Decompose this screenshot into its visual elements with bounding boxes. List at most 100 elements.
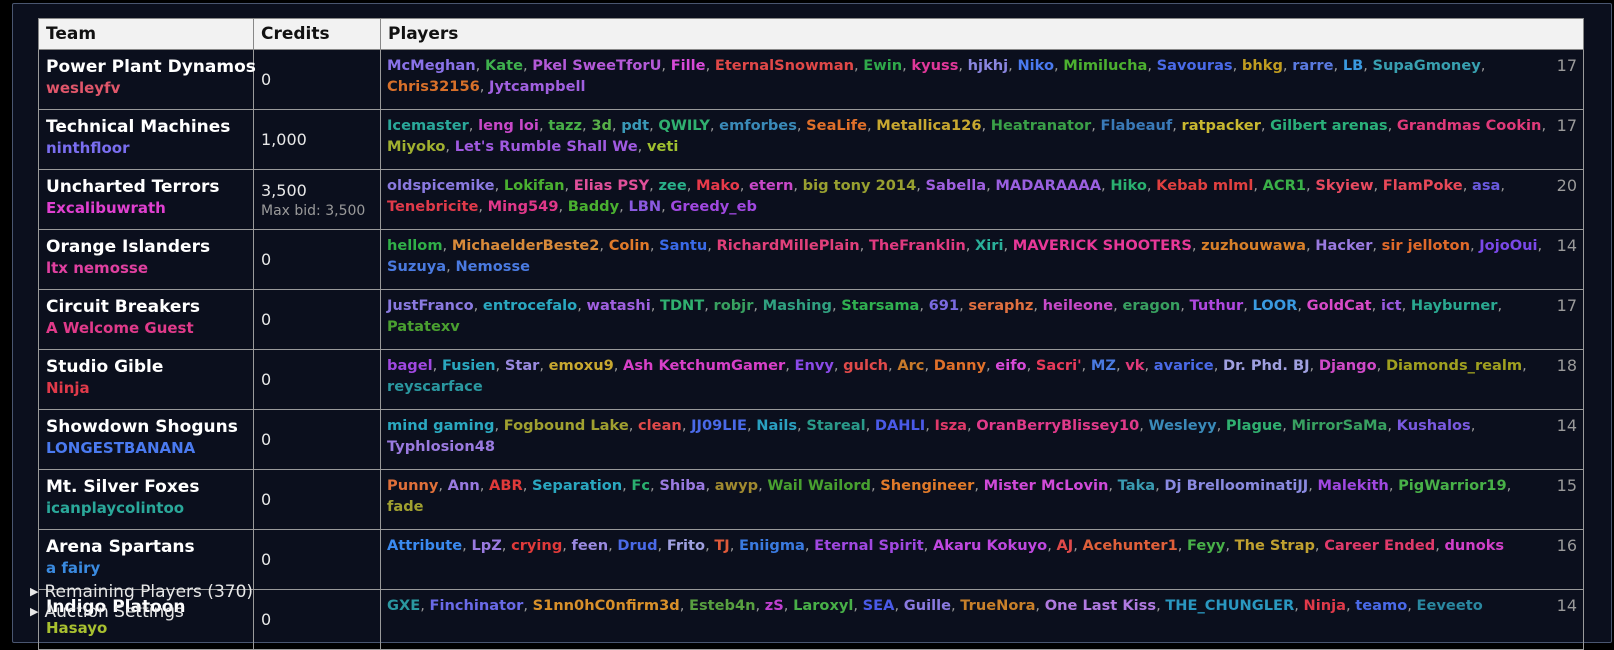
player-name[interactable]: Mimilucha [1063, 57, 1147, 74]
player-name[interactable]: Ninja [1304, 597, 1346, 614]
player-name[interactable]: Fogbound Lake [504, 417, 629, 434]
player-name[interactable]: MirrorSaMa [1291, 417, 1387, 434]
player-name[interactable]: 3d [591, 117, 612, 134]
player-name[interactable]: THE_CHUNGLER [1165, 597, 1294, 614]
player-name[interactable]: emoxu9 [549, 357, 614, 374]
player-name[interactable]: Shengineer [880, 477, 974, 494]
player-name[interactable]: Kate [485, 57, 523, 74]
player-name[interactable]: Wesleyy [1149, 417, 1217, 434]
player-name[interactable]: hjkhj [968, 57, 1009, 74]
player-name[interactable]: etern [749, 177, 793, 194]
player-name[interactable]: eragon [1122, 297, 1180, 314]
player-name[interactable]: Elias PSY [574, 177, 649, 194]
player-name[interactable]: Taka [1118, 477, 1155, 494]
player-name[interactable]: bhkg [1242, 57, 1283, 74]
player-name[interactable]: robjr [714, 297, 754, 314]
player-name[interactable]: Eternal Spirit [814, 537, 924, 554]
player-name[interactable]: Hayburner [1411, 297, 1498, 314]
player-name[interactable]: mind gaming [387, 417, 494, 434]
player-name[interactable]: Starsama [841, 297, 919, 314]
player-name[interactable]: PigWarrior19 [1398, 477, 1507, 494]
player-name[interactable]: RichardMillePlain [717, 237, 860, 254]
player-name[interactable]: Sabella [926, 177, 987, 194]
player-name[interactable]: Nemosse [455, 258, 530, 275]
player-name[interactable]: Gilbert arenas [1270, 117, 1387, 134]
player-name[interactable]: Finchinator [429, 597, 523, 614]
player-name[interactable]: Plague [1226, 417, 1282, 434]
player-name[interactable]: Jytcampbell [489, 78, 585, 95]
player-name[interactable]: Skyiew [1315, 177, 1373, 194]
player-name[interactable]: The Strap [1235, 537, 1315, 554]
player-name[interactable]: Star [505, 357, 540, 374]
player-name[interactable]: DAHLI [875, 417, 925, 434]
player-name[interactable]: Let's Rumble Shall We [455, 138, 638, 155]
player-name[interactable]: Patatexv [387, 318, 460, 335]
player-name[interactable]: MichaelderBeste2 [452, 237, 600, 254]
player-name[interactable]: Envy [794, 357, 833, 374]
player-name[interactable]: eifo [995, 357, 1026, 374]
player-name[interactable]: Separation [532, 477, 622, 494]
player-name[interactable]: ratpacker [1182, 117, 1261, 134]
player-name[interactable]: TheFranklin [869, 237, 966, 254]
player-name[interactable]: JojoOui [1479, 237, 1537, 254]
player-name[interactable]: Nails [756, 417, 797, 434]
player-name[interactable]: One Last Kiss [1045, 597, 1156, 614]
player-name[interactable]: Malekith [1317, 477, 1388, 494]
player-name[interactable]: avarice [1154, 357, 1214, 374]
player-name[interactable]: Niko [1017, 57, 1054, 74]
player-name[interactable]: oldspicemike [387, 177, 495, 194]
player-name[interactable]: vk [1125, 357, 1144, 374]
player-name[interactable]: watashi [586, 297, 650, 314]
player-name[interactable]: Shiba [659, 477, 705, 494]
player-name[interactable]: Ewin [863, 57, 902, 74]
player-name[interactable]: Eniigma [739, 537, 805, 554]
player-name[interactable]: SEA [863, 597, 895, 614]
player-name[interactable]: heileone [1043, 297, 1114, 314]
player-name[interactable]: Eeveeto [1417, 597, 1483, 614]
player-name[interactable]: Acehunter1 [1082, 537, 1177, 554]
player-name[interactable]: Akaru Kokuyo [933, 537, 1047, 554]
auction-settings-toggle[interactable]: ▶ Auction Settings [30, 602, 184, 622]
player-name[interactable]: dunoks [1444, 537, 1504, 554]
player-name[interactable]: Django [1319, 357, 1377, 374]
player-name[interactable]: AJ [1056, 537, 1073, 554]
player-name[interactable]: ict [1381, 297, 1402, 314]
player-name[interactable]: Dr. Phd. BJ [1223, 357, 1310, 374]
player-name[interactable]: Ming549 [488, 198, 559, 215]
player-name[interactable]: GoldCat [1307, 297, 1372, 314]
player-name[interactable]: Esteb4n [689, 597, 756, 614]
player-name[interactable]: gulch [843, 357, 888, 374]
player-name[interactable]: Punny [387, 477, 438, 494]
player-name[interactable]: McMeghan [387, 57, 476, 74]
player-name[interactable]: seraphz [968, 297, 1033, 314]
player-name[interactable]: LOOR [1253, 297, 1298, 314]
player-name[interactable]: MAVERICK SHOOTERS [1013, 237, 1192, 254]
player-name[interactable]: MADARAAAA [995, 177, 1101, 194]
player-name[interactable]: TDNT [660, 297, 704, 314]
player-name[interactable]: LpZ [471, 537, 501, 554]
player-name[interactable]: LB [1343, 57, 1363, 74]
remaining-players-toggle[interactable]: ▶ Remaining Players (370) [30, 582, 253, 602]
player-name[interactable]: Hiko [1110, 177, 1147, 194]
player-name[interactable]: Frito [667, 537, 705, 554]
player-name[interactable]: teamo [1355, 597, 1407, 614]
player-name[interactable]: Fille [671, 57, 706, 74]
player-name[interactable]: Chris32156 [387, 78, 480, 95]
player-name[interactable]: clean [638, 417, 682, 434]
player-name[interactable]: JustFranco [387, 297, 474, 314]
player-name[interactable]: Hacker [1315, 237, 1372, 254]
player-name[interactable]: Guille [904, 597, 951, 614]
header-players[interactable]: Players [380, 18, 1584, 50]
player-name[interactable]: Ann [448, 477, 480, 494]
header-credits[interactable]: Credits [253, 18, 381, 50]
player-name[interactable]: ABR [489, 477, 523, 494]
player-name[interactable]: Lokifan [504, 177, 565, 194]
player-name[interactable]: crying [511, 537, 562, 554]
player-name[interactable]: FlamPoke [1383, 177, 1463, 194]
player-name[interactable]: veti [647, 138, 678, 155]
player-name[interactable]: Drud [617, 537, 657, 554]
player-name[interactable]: QWILY [658, 117, 710, 134]
player-name[interactable]: SeaLife [806, 117, 867, 134]
player-name[interactable]: Icemaster [387, 117, 469, 134]
player-name[interactable]: TrueNora [960, 597, 1035, 614]
